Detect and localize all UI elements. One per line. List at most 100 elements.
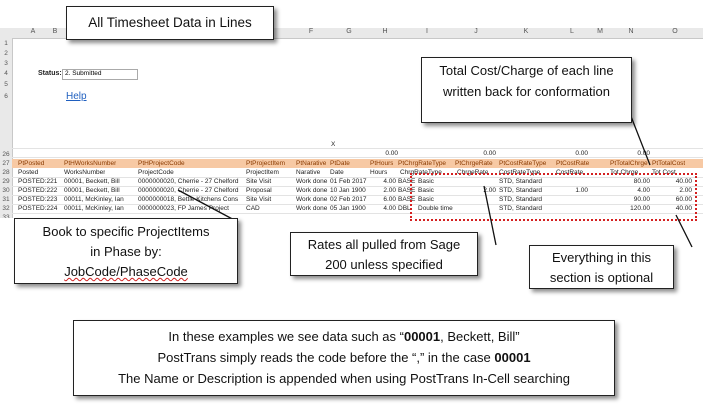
works-number-cell[interactable]: 00011, McKinley, Ian xyxy=(64,196,136,203)
hours-cell[interactable]: 6.00 xyxy=(370,196,396,203)
total-cost-callout-text: Total Cost/Charge of each line written b… xyxy=(439,63,614,99)
row-number-bar: 1 2 3 4 5 6 26 27 28 29 30 31 32 33 xyxy=(0,38,13,218)
optional-callout: Everything in this section is optional xyxy=(529,245,674,289)
column-letter[interactable]: M xyxy=(590,28,610,35)
project-code-cell[interactable]: 0000000023, FP James Project xyxy=(138,205,244,212)
works-number-cell[interactable]: 00001, Beckett, Bill xyxy=(64,178,136,185)
header-cell[interactable]: PtChrgeRate xyxy=(455,160,493,167)
info-line-2: PostTrans simply reads the code before t… xyxy=(74,347,614,368)
header-cell[interactable]: PtHours xyxy=(370,160,393,167)
subheader-cell: Hours xyxy=(370,169,388,176)
subheader-cell: Posted xyxy=(18,169,39,176)
subheader-cell: ProjectCode xyxy=(138,169,174,176)
header-cell[interactable]: PtProjectItem xyxy=(246,160,285,167)
project-item-cell[interactable]: Site Visit xyxy=(246,178,294,185)
date-cell[interactable]: 02 Feb 2017 xyxy=(330,196,370,203)
column-letter[interactable]: B xyxy=(48,28,62,35)
column-letter[interactable]: L xyxy=(554,28,590,35)
row-number[interactable]: 5 xyxy=(0,81,12,88)
header-cell[interactable]: PtChrgRateType xyxy=(398,160,446,167)
total-chrge: 0.00 xyxy=(637,150,650,157)
row-number[interactable]: 27 xyxy=(0,160,12,167)
column-letter[interactable]: J xyxy=(454,28,498,35)
header-cell[interactable]: PtTotalChrge xyxy=(610,160,648,167)
posted-cell[interactable]: POSTED:222 xyxy=(18,187,62,194)
column-letter[interactable]: I xyxy=(400,28,454,35)
hours-cell[interactable]: 2.00 xyxy=(370,187,396,194)
info-line-1-suffix: , Beckett, Bill” xyxy=(440,329,520,344)
total-cost-rate: 0.00 xyxy=(575,150,588,157)
row-number[interactable]: 30 xyxy=(0,187,12,194)
info-line-3: The Name or Description is appended when… xyxy=(118,371,570,386)
help-link[interactable]: Help xyxy=(66,91,87,102)
x-marker: X xyxy=(331,141,336,148)
total-cost-callout: Total Cost/Charge of each line written b… xyxy=(421,57,632,123)
row-number[interactable]: 28 xyxy=(0,169,12,176)
header-cell[interactable]: PtPosted xyxy=(18,160,44,167)
project-code-cell[interactable]: 0000000018, Bettie Kitchens Cons xyxy=(138,196,244,203)
column-letter[interactable]: H xyxy=(370,28,400,35)
subheader-cell: Narative xyxy=(296,169,321,176)
column-letter[interactable]: A xyxy=(18,28,48,35)
header-row: PtPosted PtHWorksNumber PtHProjectCode P… xyxy=(12,159,703,168)
narative-cell[interactable]: Work done xyxy=(296,178,328,185)
row-number[interactable]: 32 xyxy=(0,205,12,212)
optional-section-outline xyxy=(410,173,697,221)
column-letter[interactable]: O xyxy=(652,28,698,35)
header-cell[interactable]: PtCostRateType xyxy=(499,160,546,167)
book-callout-line-3: JobCode/PhaseCode xyxy=(64,264,188,279)
header-cell[interactable]: PtHWorksNumber xyxy=(64,160,116,167)
narative-cell[interactable]: Work done xyxy=(296,196,328,203)
row-number[interactable]: 31 xyxy=(0,196,12,203)
row-number[interactable]: 4 xyxy=(0,70,12,77)
posted-cell[interactable]: POSTED:224 xyxy=(18,205,62,212)
posted-cell[interactable]: POSTED:221 xyxy=(18,178,62,185)
column-letter[interactable]: K xyxy=(498,28,554,35)
project-item-cell[interactable]: Site Visit xyxy=(246,196,294,203)
row-number[interactable]: 6 xyxy=(0,93,12,100)
project-item-cell[interactable]: CAD xyxy=(246,205,294,212)
row-number[interactable]: 2 xyxy=(0,50,12,57)
status-select[interactable]: 2. Submitted xyxy=(62,69,138,80)
optional-callout-line-2: section is optional xyxy=(549,270,654,285)
row-number[interactable]: 29 xyxy=(0,178,12,185)
narative-cell[interactable]: Work done xyxy=(296,205,328,212)
project-code-cell[interactable]: 0000000020, Cherrie - 27 Chelford xyxy=(138,187,244,194)
total-hours: 0.00 xyxy=(385,150,398,157)
column-letter[interactable]: N xyxy=(610,28,652,35)
header-cell[interactable]: PtNarative xyxy=(296,160,326,167)
rates-callout: Rates all pulled from Sage 200 unless sp… xyxy=(290,232,478,276)
header-cell[interactable]: PtTotalCost xyxy=(652,160,685,167)
info-callout: In these examples we see data such as “0… xyxy=(73,320,615,396)
date-cell[interactable]: 10 Jan 1900 xyxy=(330,187,370,194)
book-callout-line-1: Book to specific ProjectItems xyxy=(42,224,210,239)
row-number[interactable]: 3 xyxy=(0,60,12,67)
hours-cell[interactable]: 4.00 xyxy=(370,205,396,212)
subheader-cell: WorksNumber xyxy=(64,169,106,176)
project-item-cell[interactable]: Proposal xyxy=(246,187,294,194)
project-code-cell[interactable]: 0000000020, Cherrie - 27 Chelford xyxy=(138,178,244,185)
narative-cell[interactable]: Work done xyxy=(296,187,328,194)
title-callout-text: All Timesheet Data in Lines xyxy=(88,15,252,30)
status-label: Status: xyxy=(38,70,62,77)
row-number[interactable]: 26 xyxy=(0,151,12,158)
info-line-2-code: 00001 xyxy=(494,350,531,365)
header-cell[interactable]: PtDate xyxy=(330,160,350,167)
info-line-1-code: 00001 xyxy=(403,329,441,344)
column-letter[interactable]: G xyxy=(328,28,370,35)
row-number[interactable]: 33 xyxy=(0,214,12,218)
rates-callout-line-2: 200 unless specified xyxy=(325,257,443,272)
info-line-2-prefix: PostTrans simply reads the code before t… xyxy=(157,350,495,365)
column-letter[interactable]: F xyxy=(294,28,328,35)
works-number-cell[interactable]: 00001, Beckett, Bill xyxy=(64,187,136,194)
row-number[interactable]: 1 xyxy=(0,40,12,47)
grid-line xyxy=(12,148,703,149)
date-cell[interactable]: 01 Feb 2017 xyxy=(330,178,370,185)
info-line-1-prefix: In these examples we see data such as “ xyxy=(168,329,404,344)
header-cell[interactable]: PtHProjectCode xyxy=(138,160,185,167)
date-cell[interactable]: 05 Jan 1900 xyxy=(330,205,370,212)
hours-cell[interactable]: 4.00 xyxy=(370,178,396,185)
works-number-cell[interactable]: 00011, McKinley, Ian xyxy=(64,205,136,212)
header-cell[interactable]: PtCostRate xyxy=(556,160,589,167)
posted-cell[interactable]: POSTED:223 xyxy=(18,196,62,203)
